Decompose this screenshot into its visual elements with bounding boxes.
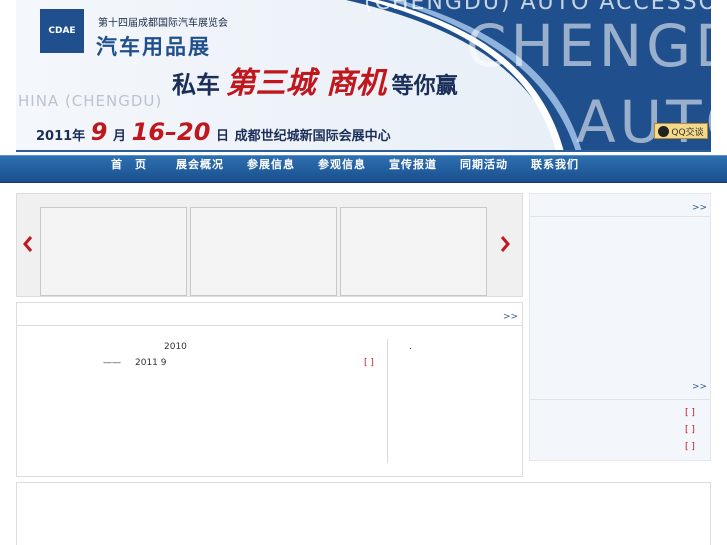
news-column-divider — [387, 339, 388, 463]
sidebar-divider — [530, 399, 710, 400]
sidebar-more-link-2[interactable]: >> — [692, 382, 707, 392]
date-year: 2011年 — [36, 129, 86, 144]
sidebar-item-tag[interactable]: [ ] — [685, 408, 695, 418]
sidebar-more-link[interactable]: >> — [692, 203, 707, 213]
header-banner: (CHENGDU) AUTO ACCESSORIE CHENGDU HINA (… — [16, 0, 711, 152]
qq-chat-label: QQ交谈 — [671, 127, 704, 138]
qq-penguin-icon — [658, 125, 670, 137]
slogan-part-a: 私车 — [172, 71, 220, 99]
nav-item-press[interactable]: 宣传报道 — [389, 156, 437, 184]
news-item-dash: —— — [103, 358, 121, 368]
date-day-unit: 日 — [216, 129, 230, 144]
news-item-text[interactable]: 2011 9 — [135, 358, 167, 368]
event-venue: 成都世纪城新国际会展中心 — [234, 129, 391, 144]
logo-text: CDAE — [48, 26, 76, 36]
nav-item-overview[interactable]: 展会概况 — [176, 156, 224, 184]
sidebar-panel: >> >> [ ] [ ] [ ] — [529, 193, 711, 461]
date-month-unit: 月 — [113, 129, 127, 144]
date-month: 9 — [90, 118, 108, 146]
nav-item-contact[interactable]: 联系我们 — [531, 156, 579, 184]
news-panel-header: >> — [17, 303, 522, 326]
banner-slogan: 私车 第三城 商机 等你赢 — [172, 58, 458, 102]
nav-item-home[interactable]: 首 页 — [111, 156, 147, 184]
qq-chat-button[interactable]: QQ交谈 — [654, 123, 708, 139]
nav-item-exhibitor-info[interactable]: 参展信息 — [247, 156, 295, 184]
sidebar-item-tag[interactable]: [ ] — [685, 425, 695, 435]
bottom-content-panel — [16, 482, 711, 545]
expo-title: 汽车用品展 — [96, 35, 211, 59]
banner-watermark-left: HINA (CHENGDU) — [18, 92, 163, 110]
slogan-part-c: 等你赢 — [391, 74, 458, 99]
news-more-link[interactable]: >> — [503, 312, 518, 322]
sidebar-header: >> — [530, 194, 710, 217]
date-days: 16–20 — [131, 118, 211, 146]
image-carousel — [16, 193, 523, 297]
chevron-left-icon[interactable] — [21, 234, 35, 254]
slogan-part-b: 第三城 商机 — [225, 66, 387, 101]
carousel-slide[interactable] — [40, 207, 187, 296]
carousel-slide[interactable] — [340, 207, 487, 296]
nav-item-events[interactable]: 同期活动 — [460, 156, 508, 184]
cdae-logo: CDAE — [40, 9, 84, 53]
news-item-tag[interactable]: [ ] — [364, 358, 374, 368]
chevron-right-icon[interactable] — [498, 234, 512, 254]
news-item-text[interactable]: 2010 — [164, 342, 187, 352]
banner-watermark-chengdu: CHENGDU — [466, 12, 711, 80]
sidebar-item-tag[interactable]: [ ] — [685, 442, 695, 452]
carousel-slide[interactable] — [190, 207, 337, 296]
main-nav: 首 页 展会概况 参展信息 参观信息 宣传报道 同期活动 联系我们 — [0, 155, 727, 183]
nav-item-visitor-info[interactable]: 参观信息 — [318, 156, 366, 184]
news-right-item: . — [409, 342, 412, 352]
banner-watermark-auto: AUTO — [576, 88, 711, 152]
expo-subtitle: 第十四届成都国际汽车展览会 — [98, 18, 228, 29]
news-panel: >> 2010 —— 2011 9 [ ] . — [16, 302, 523, 477]
event-date: 2011年 9 月 16–20 日 成都世纪城新国际会展中心 — [36, 118, 391, 146]
